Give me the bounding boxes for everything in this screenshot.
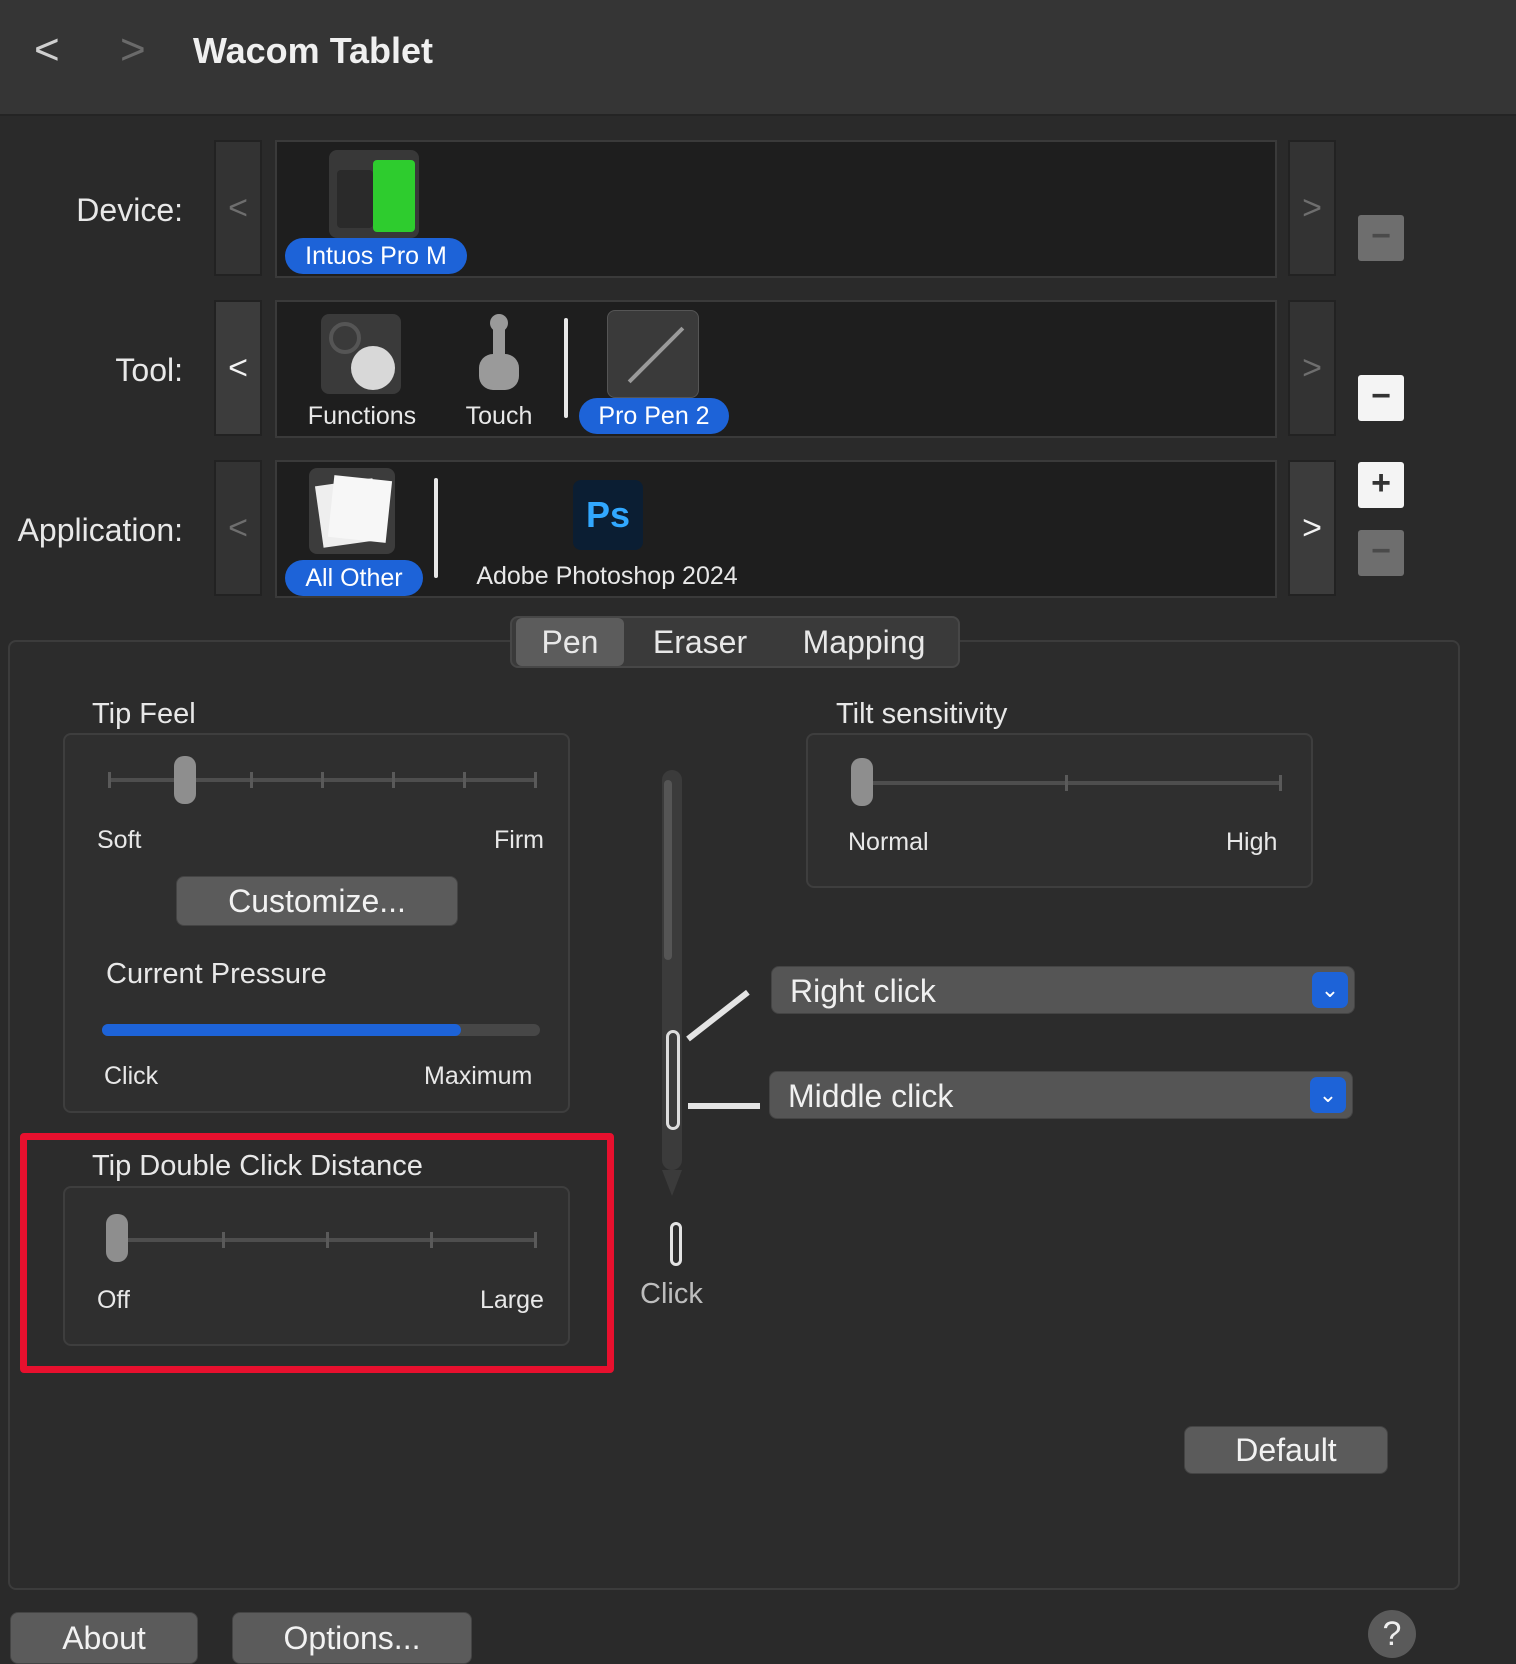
options-button[interactable]: Options... <box>232 1612 472 1664</box>
pen-tip-label: Click <box>640 1278 703 1310</box>
application-item-all-other[interactable]: All Other <box>285 560 423 596</box>
tilt-max-label: High <box>1226 828 1278 856</box>
slider-tick <box>321 772 324 788</box>
touch-icon[interactable] <box>477 314 521 398</box>
tool-remove-button[interactable]: − <box>1358 375 1404 421</box>
pro-pen-2-icon[interactable] <box>607 310 699 398</box>
tab-pen[interactable]: Pen <box>516 618 624 666</box>
pressure-max-label: Maximum <box>424 1062 533 1090</box>
application-prev-button[interactable]: < <box>214 460 262 596</box>
tool-next-button[interactable]: > <box>1288 300 1336 436</box>
all-other-apps-icon[interactable] <box>309 468 395 554</box>
slider-tick <box>1065 775 1068 791</box>
tip-feel-title: Tip Feel <box>92 698 196 730</box>
tilt-min-label: Normal <box>848 828 929 856</box>
application-item-adobe-photoshop-2024[interactable]: Adobe Photoshop 2024 <box>457 562 757 591</box>
tip-feel-min-label: Soft <box>97 826 142 854</box>
application-strip: All Other Ps Adobe Photoshop 2024 <box>275 460 1277 598</box>
application-remove-button[interactable]: − <box>1358 530 1404 576</box>
chevron-down-icon: ⌄ <box>1312 972 1348 1008</box>
device-next-button[interactable]: > <box>1288 140 1336 276</box>
about-button[interactable]: About <box>10 1612 198 1664</box>
device-remove-button[interactable]: − <box>1358 215 1404 261</box>
slider-tick <box>392 772 395 788</box>
customize-button[interactable]: Customize... <box>176 876 458 926</box>
photoshop-icon[interactable]: Ps <box>573 480 643 550</box>
device-strip: Intuos Pro M <box>275 140 1277 278</box>
application-label: Application: <box>17 512 183 548</box>
tilt-sensitivity-title: Tilt sensitivity <box>836 698 1008 730</box>
upper-button-dropdown[interactable]: Right click ⌄ <box>771 966 1355 1014</box>
tilt-sensitivity-group <box>806 733 1313 888</box>
lower-button-connector <box>688 1103 760 1109</box>
lower-button-dropdown[interactable]: Middle click ⌄ <box>769 1071 1353 1119</box>
pressure-bar <box>102 1024 540 1036</box>
application-add-button[interactable]: + <box>1358 462 1404 508</box>
tilt-slider-handle[interactable] <box>851 758 873 806</box>
pen-illustration <box>658 770 686 1196</box>
default-button[interactable]: Default <box>1184 1426 1388 1474</box>
tab-bar: Pen Eraser Mapping <box>510 616 960 668</box>
tip-connector <box>670 1222 682 1266</box>
device-prev-button[interactable]: < <box>214 140 262 276</box>
slider-tick <box>534 772 537 788</box>
tool-separator <box>564 318 568 418</box>
back-icon[interactable]: < <box>34 24 60 76</box>
device-item-intuos-pro-m[interactable]: Intuos Pro M <box>285 238 467 274</box>
highlight-box <box>20 1133 614 1373</box>
tip-feel-slider-handle[interactable] <box>173 756 196 804</box>
functions-icon[interactable] <box>321 314 401 394</box>
lower-button-value: Middle click <box>788 1078 954 1114</box>
tip-feel-max-label: Firm <box>494 826 544 854</box>
tablet-icon[interactable] <box>329 150 419 238</box>
chevron-down-icon: ⌄ <box>1310 1077 1346 1113</box>
tool-label: Tool: <box>115 352 183 388</box>
upper-button-value: Right click <box>790 973 936 1009</box>
pressure-min-label: Click <box>104 1062 159 1090</box>
tab-eraser[interactable]: Eraser <box>630 618 770 666</box>
slider-tick <box>463 772 466 788</box>
window-title: Wacom Tablet <box>193 30 434 71</box>
tool-strip: Functions Touch Pro Pen 2 <box>275 300 1277 438</box>
device-label: Device: <box>76 192 183 228</box>
slider-tick <box>108 772 111 788</box>
current-pressure-title: Current Pressure <box>106 958 327 990</box>
title-bar: < > Wacom Tablet <box>0 0 1516 116</box>
forward-icon[interactable]: > <box>120 24 146 76</box>
tool-item-touch[interactable]: Touch <box>449 402 549 431</box>
help-icon[interactable]: ? <box>1368 1610 1416 1658</box>
slider-tick <box>1279 775 1282 791</box>
application-next-button[interactable]: > <box>1288 460 1336 596</box>
tab-mapping[interactable]: Mapping <box>774 618 954 666</box>
tool-prev-button[interactable]: < <box>214 300 262 436</box>
application-separator <box>434 478 438 578</box>
tool-item-pro-pen-2[interactable]: Pro Pen 2 <box>579 398 729 434</box>
slider-tick <box>250 772 253 788</box>
tool-item-functions[interactable]: Functions <box>287 402 437 431</box>
pressure-bar-fill <box>102 1024 462 1036</box>
